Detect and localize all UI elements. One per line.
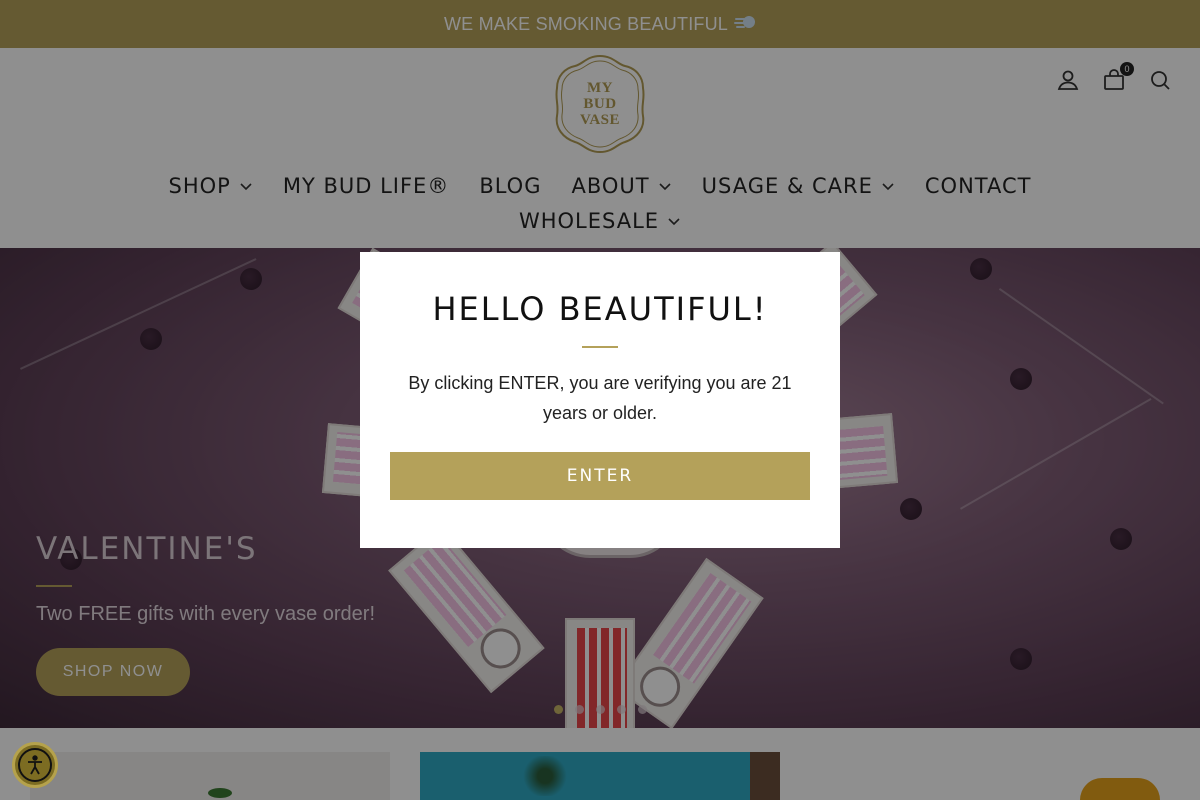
age-verification-modal: HELLO BEAUTIFUL! By clicking ENTER, you …: [360, 252, 840, 548]
modal-divider: [582, 346, 618, 348]
modal-title: HELLO BEAUTIFUL!: [432, 290, 768, 328]
accessibility-icon: [18, 748, 52, 782]
enter-button[interactable]: ENTER: [390, 452, 810, 500]
modal-text: By clicking ENTER, you are verifying you…: [408, 373, 792, 423]
accessibility-button[interactable]: [12, 742, 58, 788]
